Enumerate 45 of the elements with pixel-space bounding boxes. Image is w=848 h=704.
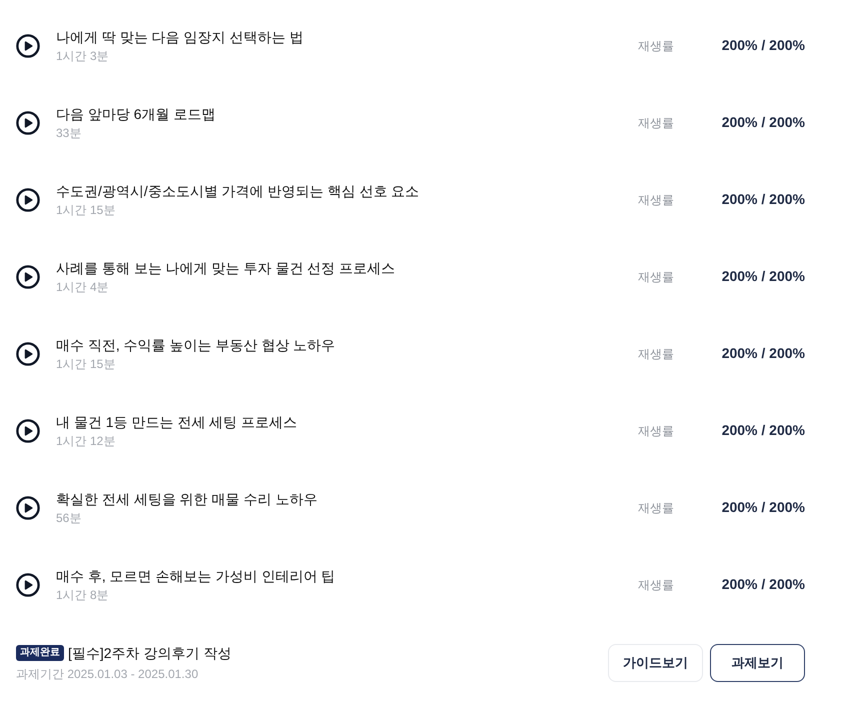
status-badge: 과제완료 xyxy=(16,645,64,661)
lecture-duration: 33분 xyxy=(56,124,82,140)
lecture-duration: 1시간 15분 xyxy=(56,202,116,218)
lecture-duration: 1시간 8분 xyxy=(56,586,110,602)
lecture-title[interactable]: 확실한 전세 세팅을 위한 매물 수리 노하우 xyxy=(56,490,638,508)
playback-rate-label: 재생률 xyxy=(638,500,675,516)
lecture-duration: 1시간 12분 xyxy=(56,432,116,448)
lecture-duration: 1시간 15분 xyxy=(56,356,116,372)
play-circle-icon[interactable] xyxy=(16,496,40,520)
lecture-duration: 1시간 3분 xyxy=(56,48,110,64)
playback-rate-label: 재생률 xyxy=(638,346,675,362)
playback-rate-value: 200% / 200% xyxy=(720,36,805,55)
playback-rate-label: 재생률 xyxy=(638,576,675,594)
playback-rate-value: 200% / 200% xyxy=(720,190,805,209)
playback-rate-label: 재생률 xyxy=(638,422,675,440)
lecture-title[interactable]: 매수 후, 모르면 손해보는 가성비 인테리어 팁 xyxy=(56,566,638,584)
playback-rate-value: 200% / 200% xyxy=(720,267,805,286)
play-circle-icon[interactable] xyxy=(16,418,40,442)
assignment-title: [필수]2주차 강의후기 작성 xyxy=(68,644,232,662)
lecture-title[interactable]: 수도권/광역시/중소도시별 가격에 반영되는 핵심 선호 요소 xyxy=(56,182,638,200)
play-circle-icon[interactable] xyxy=(16,342,40,366)
play-circle-icon[interactable] xyxy=(16,188,40,212)
assignment-period: 과제기간 2025.01.03 - 2025.01.30 xyxy=(16,666,200,682)
playback-rate-label: 재생률 xyxy=(638,268,675,286)
lecture-title[interactable]: 사례를 통해 보는 나에게 맞는 투자 물건 선정 프로세스 xyxy=(56,258,638,276)
playback-rate-value: 200% / 200% xyxy=(720,498,805,517)
lecture-title[interactable]: 나에게 딱 맞는 다음 임장지 선택하는 법 xyxy=(56,28,638,46)
lecture-duration: 1시간 4분 xyxy=(56,278,110,294)
playback-rate-value: 200% / 200% xyxy=(720,344,805,363)
view-guide-button[interactable]: 가이드보기 xyxy=(608,644,703,682)
play-circle-icon[interactable] xyxy=(16,110,40,134)
lecture-title[interactable]: 내 물건 1등 만드는 전세 세팅 프로세스 xyxy=(56,412,638,430)
play-circle-icon[interactable] xyxy=(16,264,40,288)
play-circle-icon[interactable] xyxy=(16,572,40,596)
lecture-title[interactable]: 다음 앞마당 6개월 로드맵 xyxy=(56,104,638,122)
lecture-duration: 56분 xyxy=(56,510,82,526)
playback-rate-label: 재생률 xyxy=(638,38,675,54)
playback-rate-value: 200% / 200% xyxy=(720,575,805,594)
playback-rate-value: 200% / 200% xyxy=(720,113,805,132)
playback-rate-label: 재생률 xyxy=(638,192,675,208)
playback-rate-value: 200% / 200% xyxy=(720,421,805,440)
playback-rate-label: 재생률 xyxy=(638,114,675,132)
lecture-title[interactable]: 매수 직전, 수익률 높이는 부동산 협상 노하우 xyxy=(56,336,638,354)
play-circle-icon[interactable] xyxy=(16,34,40,58)
view-assignment-button[interactable]: 과제보기 xyxy=(710,644,805,682)
